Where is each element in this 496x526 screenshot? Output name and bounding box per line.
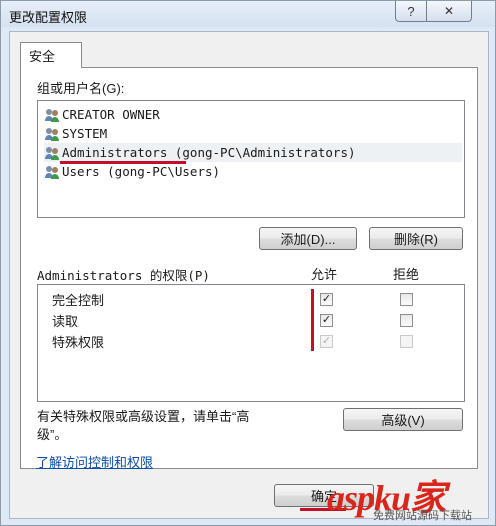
list-item[interactable]: Users (gong-PC\Users) (44, 162, 462, 181)
users-icon (45, 165, 59, 179)
check-icon: ✓ (321, 314, 332, 326)
advanced-note-line2: 级”。 (37, 427, 68, 442)
question-icon: ? (407, 3, 415, 19)
close-icon: ✕ (443, 4, 455, 18)
help-button[interactable]: ? (395, 1, 427, 22)
user-name: Administrators (gong-PC\Administrators) (62, 145, 356, 160)
list-item[interactable]: CREATOR OWNER (44, 105, 462, 124)
remove-button[interactable]: 删除(R) (369, 227, 463, 250)
tab-security-label: 安全 (29, 49, 56, 64)
tab-security[interactable]: 安全 (20, 42, 82, 68)
allow-checkbox-read[interactable]: ✓ (320, 314, 333, 327)
help-link[interactable]: 了解访问控制和权限 (36, 452, 153, 471)
add-button[interactable]: 添加(D)... (259, 227, 357, 250)
permissions-list: 完全控制 读取 特殊权限 ✓ ✓ ✓ (37, 284, 465, 402)
title-bar: 更改配置权限 ? ✕ (1, 1, 495, 27)
watermark-subtitle: 免费网站源码下载站 (373, 510, 472, 522)
user-name: SYSTEM (62, 126, 108, 141)
permission-name: 完全控制 (52, 292, 105, 308)
allow-header: 允许 (311, 267, 338, 282)
group-users-label: 组或用户名(G): (37, 81, 125, 96)
list-item-selected[interactable]: Administrators (gong-PC\Administrators) (44, 143, 462, 162)
security-panel: 组或用户名(G): CREATOR OWNER SYSTEM Administr… (20, 67, 478, 469)
permission-row: 特殊权限 (52, 331, 104, 351)
allow-checkbox-full-control[interactable]: ✓ (320, 293, 333, 306)
advanced-note-line1: 有关特殊权限或高级设置，请单击“高 (37, 409, 250, 424)
users-icon (45, 108, 59, 122)
allow-checkbox-special: ✓ (320, 335, 333, 348)
list-item[interactable]: SYSTEM (44, 124, 462, 143)
annotation-bar (311, 289, 314, 351)
permission-row: 读取 (52, 310, 78, 330)
permission-name: 读取 (52, 313, 79, 329)
advanced-button[interactable]: 高级(V) (343, 408, 463, 431)
user-name: CREATOR OWNER (62, 107, 160, 122)
dialog-client: 安全 组或用户名(G): CREATOR OWNER SYSTEM Admini… (9, 31, 489, 519)
dialog-window: 更改配置权限 ? ✕ 安全 组或用户名(G): CREATOR OWNER SY… (0, 0, 496, 526)
permission-row: 完全控制 (52, 289, 104, 309)
deny-checkbox-special (400, 335, 413, 348)
close-button[interactable]: ✕ (426, 1, 472, 22)
deny-checkbox-full-control[interactable] (400, 293, 413, 306)
users-icon (45, 127, 59, 141)
check-icon: ✓ (321, 293, 332, 305)
deny-header: 拒绝 (393, 267, 420, 282)
check-icon: ✓ (321, 335, 332, 347)
permissions-label: Administrators 的权限(P) (37, 268, 210, 283)
user-name: Users (gong-PC\Users) (62, 164, 221, 179)
permission-name: 特殊权限 (52, 334, 105, 350)
users-icon (45, 146, 59, 160)
users-listbox[interactable]: CREATOR OWNER SYSTEM Administrators (gon… (37, 100, 465, 218)
deny-checkbox-read[interactable] (400, 314, 413, 327)
window-title: 更改配置权限 (9, 10, 88, 25)
